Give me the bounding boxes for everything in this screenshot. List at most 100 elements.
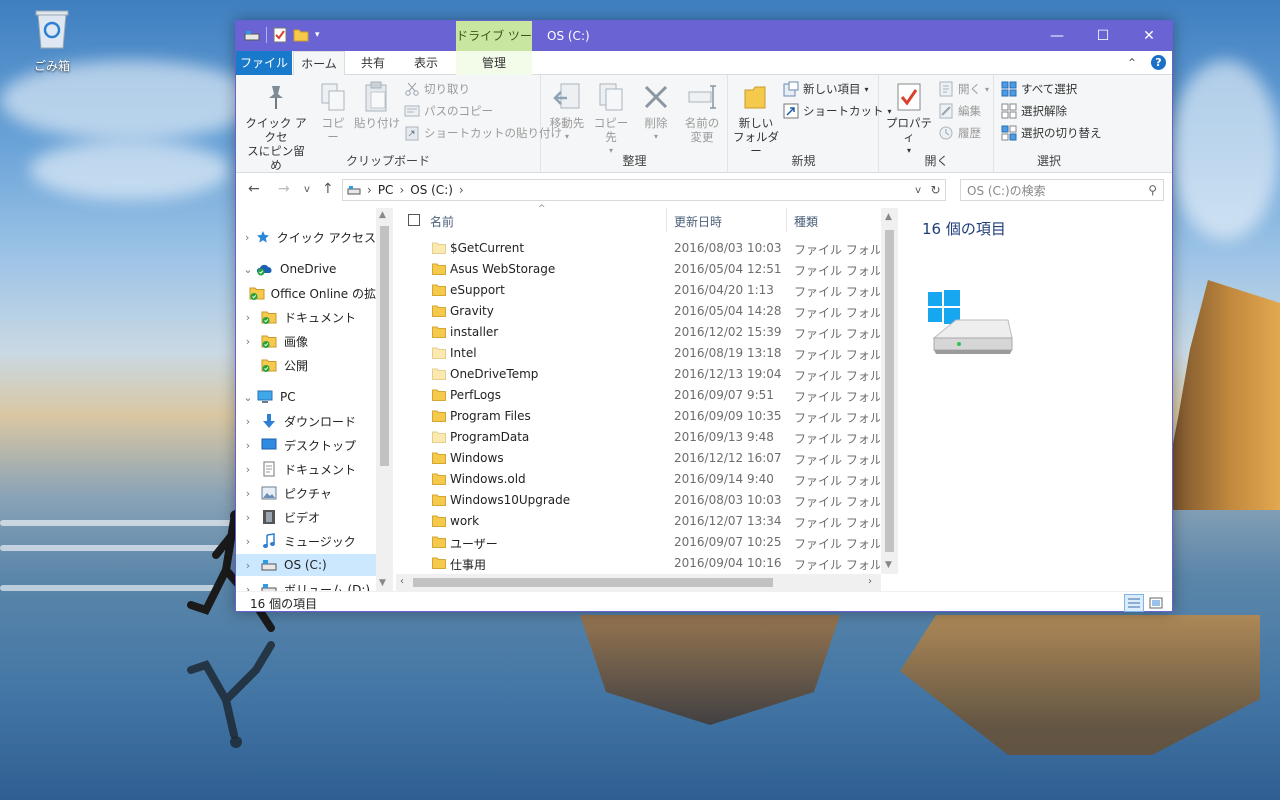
collapse-ribbon-icon[interactable]: ⌃	[1127, 56, 1137, 70]
details-view-button[interactable]	[1124, 594, 1144, 612]
title-bar[interactable]: ▾ ドライブ ツール OS (C:) — ☐ ✕	[236, 21, 1172, 73]
file-horizontal-scrollbar[interactable]: ‹ ›	[396, 574, 881, 591]
nav-item[interactable]: › デスクトップ	[236, 434, 376, 456]
collapsed-chevron-icon[interactable]: ›	[240, 583, 256, 592]
nav-item[interactable]: ⌄ PC	[236, 386, 376, 408]
column-name[interactable]: 名前	[430, 213, 454, 230]
scroll-up-arrow[interactable]: ▲	[379, 210, 386, 220]
select-all-button[interactable]: すべて選択	[1001, 81, 1077, 97]
new-folder-button[interactable]: 新しい フォルダー	[733, 81, 779, 158]
scroll-left-arrow[interactable]: ‹	[400, 576, 404, 587]
new-folder-icon[interactable]	[293, 27, 309, 43]
up-button[interactable]: ↑	[322, 181, 334, 197]
shortcut-button[interactable]: ショートカット ▾	[783, 103, 892, 119]
nav-scrollbar[interactable]: ▲ ▼	[376, 208, 393, 591]
column-divider[interactable]	[786, 208, 787, 232]
file-vertical-scrollbar[interactable]: ▲ ▼	[881, 208, 898, 574]
search-input[interactable]: OS (C:)の検索 ⚲	[960, 179, 1164, 201]
properties-button[interactable]: プロパティ ▾	[884, 81, 934, 158]
maximize-button[interactable]: ☐	[1080, 21, 1126, 51]
nav-item[interactable]: › ボリューム (D:)	[236, 578, 376, 591]
collapsed-chevron-icon[interactable]: ›	[240, 439, 256, 452]
file-row[interactable]: eSupport 2016/04/20 1:13 ファイル フォルダー	[396, 280, 881, 301]
forward-button[interactable]: →	[278, 181, 290, 197]
refresh-button[interactable]: ↻	[926, 179, 946, 201]
edit-button[interactable]: 編集	[938, 103, 981, 119]
file-row[interactable]: $GetCurrent 2016/08/03 10:03 ファイル フォルダー	[396, 238, 881, 259]
column-modified[interactable]: 更新日時	[674, 213, 722, 230]
nav-item[interactable]: › ドキュメント	[236, 306, 376, 328]
address-dropdown-icon[interactable]: v	[915, 185, 921, 196]
scroll-down-arrow[interactable]: ▼	[379, 578, 386, 588]
close-button[interactable]: ✕	[1126, 21, 1172, 51]
tab-file[interactable]: ファイル	[236, 51, 292, 75]
file-row[interactable]: Program Files 2016/09/09 10:35 ファイル フォルダー	[396, 406, 881, 427]
collapsed-chevron-icon[interactable]: ›	[240, 487, 256, 500]
open-button[interactable]: 開く ▾	[938, 81, 989, 97]
paste-button[interactable]: 貼り付け	[354, 81, 400, 130]
file-row[interactable]: OneDriveTemp 2016/12/13 19:04 ファイル フォルダー	[396, 364, 881, 385]
file-row[interactable]: Windows 2016/12/12 16:07 ファイル フォルダー	[396, 448, 881, 469]
nav-item[interactable]: Office Online の拡	[236, 282, 376, 304]
collapsed-chevron-icon[interactable]: ›	[240, 463, 256, 476]
file-row[interactable]: ユーザー 2016/09/07 10:25 ファイル フォルダー	[396, 532, 881, 553]
nav-item[interactable]: › OS (C:)	[236, 554, 376, 576]
nav-item[interactable]: › ビデオ	[236, 506, 376, 528]
collapsed-chevron-icon[interactable]: ›	[240, 231, 254, 244]
recent-locations-button[interactable]: v	[304, 184, 310, 195]
tab-home[interactable]: ホーム	[293, 51, 345, 76]
invert-selection-button[interactable]: 選択の切り替え	[1001, 125, 1102, 141]
file-row[interactable]: Windows10Upgrade 2016/08/03 10:03 ファイル フォル…	[396, 490, 881, 511]
tab-share[interactable]: 共有	[353, 51, 393, 75]
new-item-button[interactable]: 新しい項目 ▾	[783, 81, 869, 97]
large-icons-view-button[interactable]	[1146, 594, 1166, 612]
customize-qat-icon[interactable]: ▾	[315, 30, 320, 40]
collapsed-chevron-icon[interactable]: ›	[240, 415, 256, 428]
nav-scroll-thumb[interactable]	[380, 226, 389, 466]
nav-item[interactable]: › ダウンロード	[236, 410, 376, 432]
collapsed-chevron-icon[interactable]: ›	[240, 559, 256, 572]
help-icon[interactable]: ?	[1151, 55, 1166, 70]
delete-button[interactable]: 削除 ▾	[638, 81, 674, 144]
select-none-button[interactable]: 選択解除	[1001, 103, 1067, 119]
file-vertical-scroll-thumb[interactable]	[885, 230, 894, 552]
file-row[interactable]: Intel 2016/08/19 13:18 ファイル フォルダー	[396, 343, 881, 364]
nav-item[interactable]: › ミュージック	[236, 530, 376, 552]
nav-item[interactable]: › 画像	[236, 330, 376, 352]
nav-item[interactable]: › ピクチャ	[236, 482, 376, 504]
collapsed-chevron-icon[interactable]: ›	[240, 535, 256, 548]
tab-view[interactable]: 表示	[406, 51, 446, 75]
file-horizontal-scroll-thumb[interactable]	[413, 578, 773, 587]
collapsed-chevron-icon[interactable]: ›	[240, 311, 256, 324]
tab-manage[interactable]: 管理	[456, 51, 532, 75]
rename-button[interactable]: 名前の 変更	[680, 81, 724, 144]
recycle-bin[interactable]: ごみ箱	[22, 8, 82, 74]
nav-item[interactable]: › ドキュメント	[236, 458, 376, 480]
properties-icon[interactable]	[273, 27, 287, 43]
copy-to-button[interactable]: コピー先 ▾	[590, 81, 632, 158]
collapsed-chevron-icon[interactable]: ›	[240, 511, 256, 524]
expanded-chevron-icon[interactable]: ⌄	[240, 391, 256, 404]
breadcrumb-pc[interactable]: PC	[378, 183, 394, 197]
minimize-button[interactable]: —	[1034, 21, 1080, 51]
drive-tools-context-tab[interactable]: ドライブ ツール	[456, 21, 532, 73]
copy-path-button[interactable]: パスのコピー	[404, 103, 493, 119]
file-row[interactable]: Gravity 2016/05/04 14:28 ファイル フォルダー	[396, 301, 881, 322]
file-row[interactable]: 仕事用 2016/09/04 10:16 ファイル フォルダー	[396, 553, 881, 574]
expanded-chevron-icon[interactable]: ⌄	[240, 263, 256, 276]
move-to-button[interactable]: 移動先 ▾	[546, 81, 588, 144]
scroll-down-arrow[interactable]: ▼	[885, 560, 892, 570]
column-divider[interactable]	[666, 208, 667, 232]
scroll-up-arrow[interactable]: ▲	[885, 212, 892, 222]
nav-item[interactable]: 公開	[236, 354, 376, 376]
file-row[interactable]: Asus WebStorage 2016/05/04 12:51 ファイル フォルダ…	[396, 259, 881, 280]
file-row[interactable]: Windows.old 2016/09/14 9:40 ファイル フォルダー	[396, 469, 881, 490]
paste-shortcut-button[interactable]: ショートカットの貼り付け	[404, 125, 562, 141]
nav-item[interactable]: ⌄ OneDrive	[236, 258, 376, 280]
back-button[interactable]: ←	[248, 181, 260, 197]
collapsed-chevron-icon[interactable]: ›	[240, 335, 256, 348]
nav-item[interactable]: › クイック アクセス	[236, 226, 376, 248]
breadcrumb-drive[interactable]: OS (C:)	[410, 183, 453, 197]
file-row[interactable]: work 2016/12/07 13:34 ファイル フォルダー	[396, 511, 881, 532]
file-row[interactable]: PerfLogs 2016/09/07 9:51 ファイル フォルダー	[396, 385, 881, 406]
